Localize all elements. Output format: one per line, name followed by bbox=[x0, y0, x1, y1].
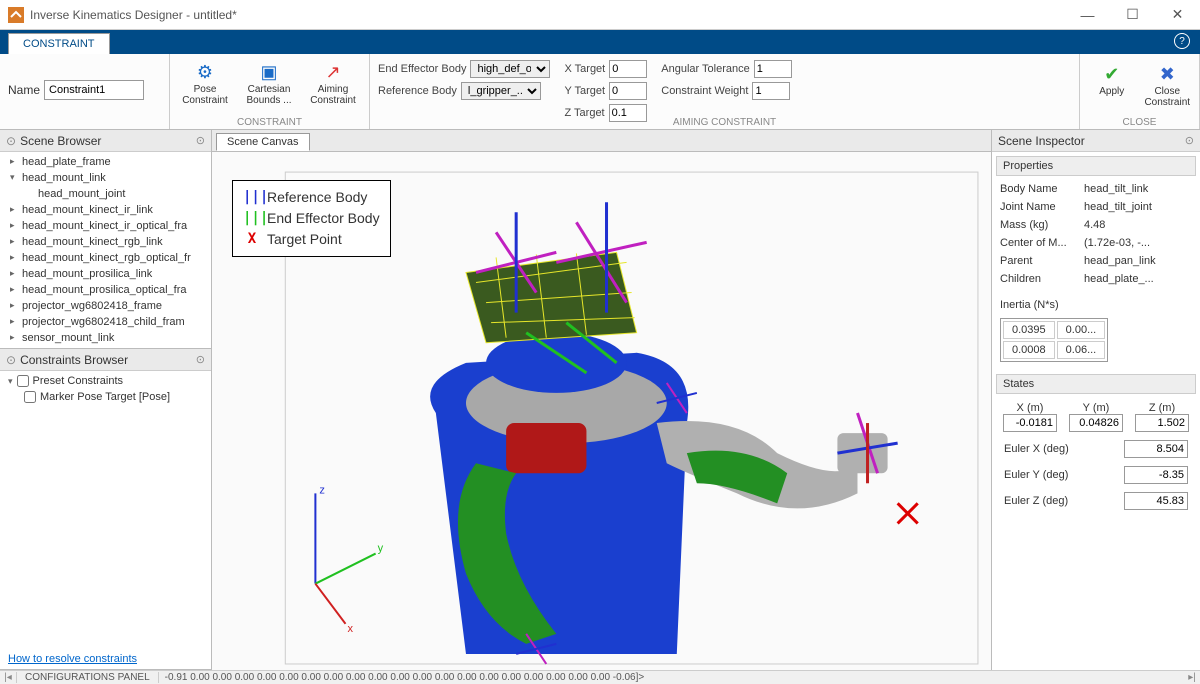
angular-tolerance-input[interactable] bbox=[754, 60, 792, 78]
tree-item[interactable]: head_plate_frame bbox=[0, 154, 211, 170]
state-z-input[interactable] bbox=[1135, 414, 1189, 432]
reference-body-select[interactable]: l_gripper_... bbox=[461, 82, 541, 100]
euler-x-input[interactable] bbox=[1124, 440, 1188, 458]
titlebar: Inverse Kinematics Designer - untitled* … bbox=[0, 0, 1200, 30]
tree-item[interactable]: projector_wg6802418_frame bbox=[0, 298, 211, 314]
tree-item[interactable]: head_mount_kinect_rgb_link bbox=[0, 234, 211, 250]
app-icon bbox=[8, 7, 24, 23]
parent-value: head_pan_link bbox=[1084, 255, 1192, 267]
preset-checkbox[interactable] bbox=[17, 375, 29, 387]
state-x-input[interactable] bbox=[1003, 414, 1057, 432]
angular-tolerance-label: Angular Tolerance bbox=[661, 63, 749, 75]
aiming-group-label: AIMING CONSTRAINT bbox=[370, 117, 1079, 128]
canvas-legend: |||Reference Body |||End Effector Body X… bbox=[232, 180, 391, 257]
tree-item[interactable]: head_mount_prosilica_optical_fra bbox=[0, 282, 211, 298]
constraint-item[interactable]: Marker Pose Target [Pose] bbox=[0, 389, 211, 405]
body-name-value: head_tilt_link bbox=[1084, 183, 1192, 195]
tree-item-leaf[interactable]: head_mount_joint bbox=[0, 186, 211, 202]
x-target-label: X Target bbox=[564, 63, 605, 75]
help-link[interactable]: How to resolve constraints bbox=[0, 649, 211, 669]
states-section: States bbox=[996, 374, 1196, 394]
y-target-input[interactable] bbox=[609, 82, 647, 100]
scene-browser-tree[interactable]: head_plate_frame head_mount_link head_mo… bbox=[0, 152, 211, 348]
close-group-label: CLOSE bbox=[1080, 117, 1199, 128]
maximize-button[interactable]: ☐ bbox=[1110, 0, 1155, 30]
gear-icon[interactable]: ⊙ bbox=[1185, 134, 1194, 147]
bounds-icon: ▣ bbox=[257, 60, 281, 84]
name-label: Name bbox=[8, 83, 40, 97]
constraints-tree[interactable]: ▾ Preset Constraints Marker Pose Target … bbox=[0, 371, 211, 649]
end-effector-label: End Effector Body bbox=[378, 63, 466, 75]
minimize-button[interactable]: — bbox=[1065, 0, 1110, 30]
scene-inspector-header: Scene Inspector ⊙ bbox=[992, 130, 1200, 152]
joint-name-value: head_tilt_joint bbox=[1084, 201, 1192, 213]
gear-icon[interactable]: ⊙ bbox=[196, 353, 205, 366]
tree-item[interactable]: head_mount_kinect_rgb_optical_fr bbox=[0, 250, 211, 266]
preset-constraints-row[interactable]: ▾ Preset Constraints bbox=[0, 373, 211, 389]
scene-canvas[interactable]: z y x |||Reference Body |||End Effector … bbox=[212, 152, 991, 670]
gear-icon[interactable]: ⊙ bbox=[196, 134, 205, 147]
cartesian-bounds-button[interactable]: ▣ Cartesian Bounds ... bbox=[242, 58, 296, 106]
help-icon[interactable]: ? bbox=[1174, 33, 1190, 49]
y-target-label: Y Target bbox=[564, 85, 605, 97]
scene-canvas-tab[interactable]: Scene Canvas bbox=[216, 133, 310, 151]
close-window-button[interactable]: ✕ bbox=[1155, 0, 1200, 30]
tree-item[interactable]: head_mount_kinect_ir_optical_fra bbox=[0, 218, 211, 234]
footer-bar: |◂ CONFIGURATIONS PANEL -0.91 0.00 0.00 … bbox=[0, 670, 1200, 684]
tab-constraint[interactable]: CONSTRAINT bbox=[8, 33, 110, 54]
children-value: head_plate_... bbox=[1084, 273, 1192, 285]
canvas-tab-bar: Scene Canvas bbox=[212, 130, 991, 152]
reference-body-label: Reference Body bbox=[378, 85, 457, 97]
scene-browser-header: ⊙ Scene Browser ⊙ bbox=[0, 130, 211, 152]
constraint-group-label: CONSTRAINT bbox=[170, 117, 369, 128]
svg-text:x: x bbox=[348, 623, 354, 635]
constraint-checkbox[interactable] bbox=[24, 391, 36, 403]
tree-item[interactable]: head_mount_kinect_ir_link bbox=[0, 202, 211, 218]
aiming-icon: ↗ bbox=[321, 60, 345, 84]
mass-value: 4.48 bbox=[1084, 219, 1192, 231]
constraint-name-input[interactable] bbox=[44, 80, 144, 100]
state-y-input[interactable] bbox=[1069, 414, 1123, 432]
close-icon: ✖ bbox=[1155, 62, 1179, 86]
constraints-browser-header: ⊙ Constraints Browser ⊙ bbox=[0, 349, 211, 371]
pose-constraint-button[interactable]: ⚙ Pose Constraint bbox=[178, 58, 232, 106]
end-effector-select[interactable]: high_def_o... bbox=[470, 60, 550, 78]
apply-button[interactable]: ✔ Apply bbox=[1088, 60, 1136, 108]
properties-section: Properties bbox=[996, 156, 1196, 176]
tree-item[interactable]: head_mount_link bbox=[0, 170, 211, 186]
footer-right-arrow[interactable]: ▸| bbox=[1184, 672, 1200, 683]
pose-icon: ⚙ bbox=[193, 60, 217, 84]
x-target-input[interactable] bbox=[609, 60, 647, 78]
configurations-panel-label[interactable]: CONFIGURATIONS PANEL bbox=[16, 672, 159, 683]
close-constraint-button[interactable]: ✖ Close Constraint bbox=[1144, 60, 1192, 108]
constraint-weight-input[interactable] bbox=[752, 82, 790, 100]
check-icon: ✔ bbox=[1100, 62, 1124, 86]
euler-y-input[interactable] bbox=[1124, 466, 1188, 484]
svg-text:z: z bbox=[319, 484, 325, 496]
tree-item[interactable]: projector_wg6802418_child_fram bbox=[0, 314, 211, 330]
footer-left-arrow[interactable]: |◂ bbox=[0, 672, 16, 683]
aiming-constraint-button[interactable]: ↗ Aiming Constraint bbox=[306, 58, 360, 106]
tree-item[interactable]: head_mount_prosilica_link bbox=[0, 266, 211, 282]
ribbon: Name ⚙ Pose Constraint ▣ Cartesian Bound… bbox=[0, 54, 1200, 130]
inertia-table: 0.03950.00... 0.00080.06... bbox=[1000, 318, 1108, 362]
constraint-weight-label: Constraint Weight bbox=[661, 85, 748, 97]
window-title: Inverse Kinematics Designer - untitled* bbox=[30, 8, 1065, 22]
tree-item[interactable]: sensor_mount_link bbox=[0, 330, 211, 346]
com-value: (1.72e-03, -... bbox=[1084, 237, 1192, 249]
configuration-values: -0.91 0.00 0.00 0.00 0.00 0.00 0.00 0.00… bbox=[159, 672, 651, 683]
ribbon-tab-bar: CONSTRAINT ? bbox=[0, 30, 1200, 54]
euler-z-input[interactable] bbox=[1124, 492, 1188, 510]
svg-text:y: y bbox=[378, 543, 384, 555]
